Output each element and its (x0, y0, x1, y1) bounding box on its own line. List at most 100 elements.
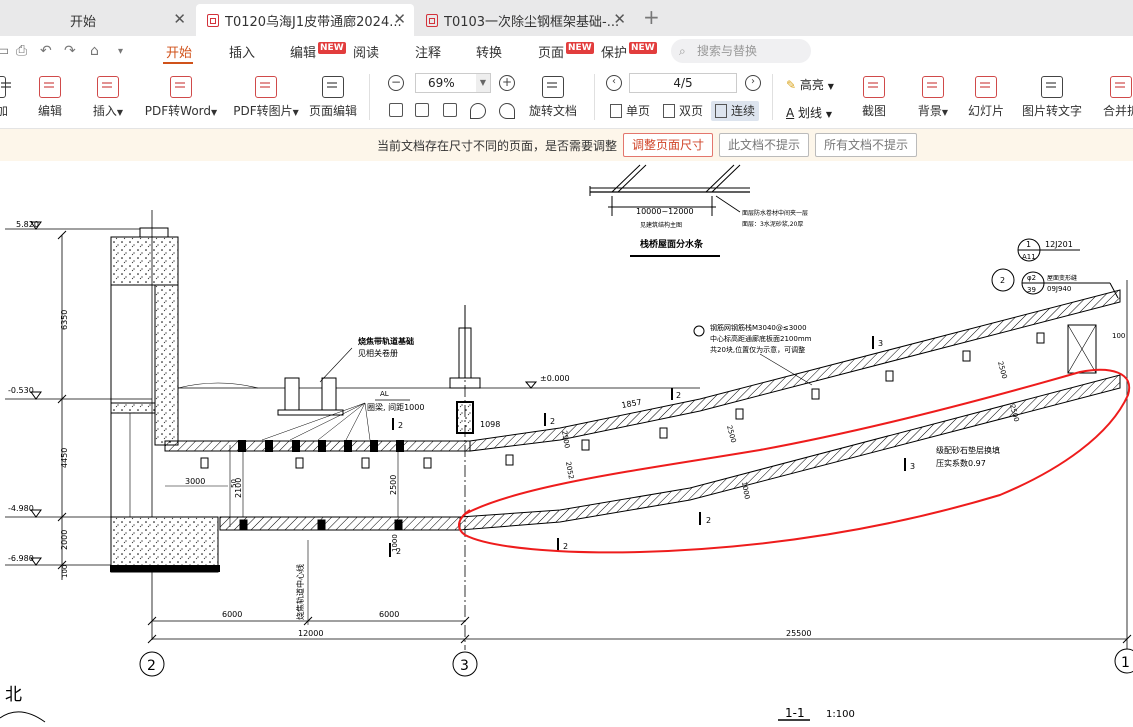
edit-icon (39, 76, 61, 98)
redo-icon[interactable]: ↷ (64, 43, 76, 59)
search-input[interactable]: ⌕ 搜索与替换 (671, 39, 811, 63)
page-edit-button[interactable]: 页面编辑 (309, 76, 357, 119)
note-track-2: 见相关卷册 (358, 348, 398, 358)
note-track-1: 烧焦带轨道基础 (358, 336, 414, 346)
dim-1000-slope: 1000 (740, 481, 751, 500)
new-badge: NEW (318, 42, 346, 54)
center-line-label: 烧焦轨道中心线 (295, 564, 305, 620)
tool-icon (0, 76, 11, 98)
close-icon[interactable]: ✕ (393, 10, 406, 28)
chevron-down-icon: ▼ (825, 110, 833, 119)
level-zero: ±0.000 (540, 374, 570, 383)
pdf-to-image-label: PDF转图片 (233, 104, 293, 118)
dim-6350: 6350 (60, 310, 69, 330)
single-page-button[interactable]: 单页 (606, 101, 650, 121)
detail-reference-2: 2 φ2 39 屋面变形缝 09J940 (991, 268, 1119, 299)
pdf-to-word-button[interactable]: PDF转Word▼ (143, 76, 219, 119)
zoom-out-icon[interactable]: − (388, 75, 404, 91)
rotate-doc-button[interactable]: 旋转文档 (529, 76, 577, 119)
dim-25500: 25500 (786, 629, 811, 638)
page-number-input[interactable]: 4/5 (629, 73, 737, 93)
dim-1857: 1857 (621, 398, 643, 410)
toolbar: 加 编辑 插入▼ PDF转Word▼ PDF转图片▼ 页面编辑 旋转文档 截图 … (0, 66, 1133, 129)
pdf-icon (426, 13, 438, 27)
underline-button[interactable]: A 划线 ▼ (786, 104, 832, 121)
print-icon[interactable]: ⎙ (16, 43, 27, 59)
close-icon[interactable]: ✕ (173, 10, 186, 28)
single-page-icon (610, 104, 622, 118)
left-structure (110, 210, 220, 640)
tab-home-label: 开始 (70, 14, 97, 30)
underline-label: 划线 (798, 106, 823, 120)
tab-document-2[interactable]: T0103一次除尘钢框架基础-... ✕ (416, 4, 634, 36)
menu-start[interactable]: 开始 (166, 42, 192, 61)
insert-button[interactable]: 插入▼ (91, 76, 125, 119)
fit-page-icon[interactable] (443, 103, 457, 117)
pdf-to-image-button[interactable]: PDF转图片▼ (233, 76, 299, 119)
background-label: 背景 (917, 104, 942, 118)
menu-convert[interactable]: 转换 (476, 42, 502, 61)
folder-icon[interactable]: ▭ (0, 43, 9, 59)
note-fill-2: 压实系数0.97 (936, 458, 986, 468)
next-page-icon[interactable]: › (745, 75, 761, 91)
highlight-button[interactable]: ✎ 高亮 ▼ (786, 76, 834, 93)
adjust-page-size-button[interactable]: 调整页面尺寸 (623, 133, 714, 157)
dim-4450: 4450 (60, 448, 69, 468)
double-page-label: 双页 (679, 104, 704, 118)
left-cut-button[interactable]: 加 (0, 76, 11, 119)
zoom-select[interactable]: 69% ▼ (415, 73, 491, 93)
rotate-right-icon[interactable] (499, 103, 515, 119)
continuous-label: 连续 (731, 104, 756, 118)
dim-50: 50 (230, 479, 238, 488)
dim-6000-a: 6000 (222, 610, 242, 619)
home-icon[interactable]: ⌂ (90, 43, 99, 59)
tab-document-1-label: T0120乌海J1皮带通廊2024... (225, 14, 402, 30)
close-icon[interactable]: ✕ (613, 10, 626, 28)
note-beam: 圈梁, 间距1000 (367, 403, 424, 412)
background-button[interactable]: 背景▼ (916, 76, 950, 119)
menu-protect[interactable]: 保护 NEW (601, 42, 657, 61)
image-to-text-button[interactable]: 图片转文字 (1022, 76, 1082, 119)
slideshow-button[interactable]: 幻灯片 (968, 76, 1004, 119)
actual-size-icon[interactable] (389, 103, 403, 117)
chevron-down-icon: ▼ (211, 108, 218, 117)
menu-read[interactable]: 阅读 (353, 42, 379, 61)
insert-page-icon (97, 76, 119, 98)
undo-icon[interactable]: ↶ (40, 43, 52, 59)
slideshow-icon (975, 76, 997, 98)
pdf-page-view: 10000~12000 见建筑结构主图 面层防水卷材中间夹一层 面层：3水泥砂浆… (0, 161, 1133, 727)
menu-annotate[interactable]: 注释 (415, 42, 441, 61)
prev-page-icon[interactable]: ‹ (606, 75, 622, 91)
zoom-in-icon[interactable]: + (499, 75, 515, 91)
tab-document-1[interactable]: T0120乌海J1皮带通廊2024... ✕ (196, 4, 414, 36)
screenshot-button[interactable]: 截图 (861, 76, 887, 119)
underline-icon: A (786, 106, 795, 120)
menu-page[interactable]: 页面 NEW (538, 42, 594, 61)
rotate-left-icon[interactable] (470, 103, 486, 119)
pdf-to-image-icon (255, 76, 277, 98)
section-mark-1: 2 (398, 421, 403, 430)
menu-edit-label: 编辑 (290, 46, 317, 61)
edit-button[interactable]: 编辑 (37, 76, 63, 119)
new-badge: NEW (566, 42, 594, 54)
menu-edit[interactable]: 编辑 NEW (290, 42, 346, 61)
ref-1-sheet: A11 (1022, 253, 1036, 261)
dim-2500-left: 2500 (389, 475, 398, 495)
bridge-roof-detail: 10000~12000 见建筑结构主图 面层防水卷材中间夹一层 面层：3水泥砂浆… (589, 164, 808, 257)
new-tab-button[interactable]: + (643, 5, 660, 29)
toolbar-separator (772, 74, 773, 120)
skip-all-documents-button[interactable]: 所有文档不提示 (815, 133, 918, 157)
note-fill-1: 级配砂石垫层换填 (936, 445, 1000, 455)
top-dimension-note: 见建筑结构主图 (640, 221, 682, 229)
double-page-button[interactable]: 双页 (659, 101, 703, 121)
tab-document-2-label: T0103一次除尘钢框架基础-... (444, 14, 620, 30)
chevron-down-icon[interactable]: ▾ (118, 46, 123, 57)
section-mark-7: 3 (878, 339, 883, 348)
search-placeholder: 搜索与替换 (697, 44, 758, 58)
merge-split-button[interactable]: 合并拆 (1099, 76, 1133, 119)
fit-width-icon[interactable] (415, 103, 429, 117)
skip-this-document-button[interactable]: 此文档不提示 (719, 133, 810, 157)
menu-insert[interactable]: 插入 (229, 42, 255, 61)
continuous-button[interactable]: 连续 (711, 101, 760, 121)
tab-home[interactable]: 开始 ✕ (0, 4, 194, 36)
